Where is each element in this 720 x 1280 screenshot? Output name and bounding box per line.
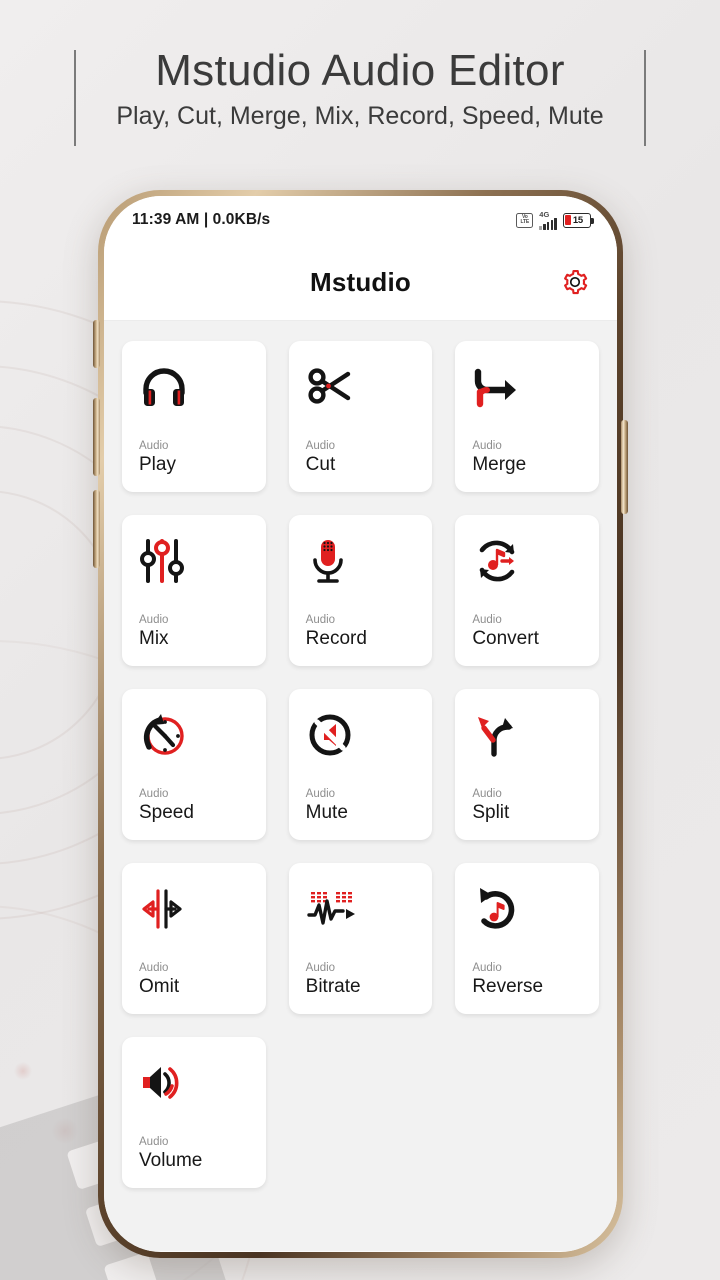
waveform-equalizer-icon bbox=[306, 879, 433, 939]
tool-card-speed[interactable]: Audio Speed bbox=[122, 689, 266, 840]
tool-card-label: Play bbox=[139, 454, 176, 476]
tool-card-split[interactable]: Audio Split bbox=[455, 689, 599, 840]
tool-card-kicker: Audio bbox=[472, 787, 502, 800]
tool-card-label: Record bbox=[305, 628, 367, 650]
clock-arrow-icon bbox=[139, 705, 266, 765]
tool-card-kicker: Audio bbox=[305, 787, 336, 800]
phone-screen: 11:39 AM | 0.0KB/s Vo LTE 4G 15 Mstudio bbox=[104, 196, 617, 1252]
tool-card-label: Bitrate bbox=[305, 976, 361, 998]
tool-card-volume[interactable]: Audio Volume bbox=[122, 1037, 266, 1188]
phone-volume-down-button[interactable] bbox=[93, 490, 100, 568]
app-bar: Mstudio bbox=[104, 244, 617, 321]
tool-card-kicker: Audio bbox=[139, 439, 169, 452]
promo-banner: Mstudio Audio Editor Play, Cut, Merge, M… bbox=[0, 44, 720, 146]
tool-card-kicker: Audio bbox=[472, 613, 502, 626]
phone-volume-up-button[interactable] bbox=[93, 398, 100, 476]
merge-arrow-icon bbox=[472, 357, 599, 417]
tool-card-bitrate[interactable]: Audio Bitrate bbox=[288, 863, 433, 1014]
status-bar: 11:39 AM | 0.0KB/s Vo LTE 4G 15 bbox=[104, 196, 617, 244]
tool-card-record[interactable]: Audio Record bbox=[288, 515, 433, 666]
convert-refresh-note-icon bbox=[472, 531, 599, 591]
settings-button[interactable] bbox=[557, 264, 593, 300]
battery-level-label: 15 bbox=[572, 214, 583, 226]
phone-mockup-frame: 11:39 AM | 0.0KB/s Vo LTE 4G 15 Mstudio bbox=[93, 190, 628, 1258]
gear-icon bbox=[564, 269, 588, 295]
headphones-icon bbox=[139, 357, 266, 417]
volte-icon-line2: LTE bbox=[520, 219, 530, 225]
tool-card-label: Mute bbox=[305, 802, 348, 824]
volume-speaker-icon bbox=[139, 1053, 266, 1113]
app-title: Mstudio bbox=[309, 266, 412, 297]
tool-card-convert[interactable]: Audio Convert bbox=[455, 515, 599, 666]
tool-card-omit[interactable]: Audio Omit bbox=[122, 863, 266, 1014]
tool-card-kicker: Audio bbox=[472, 961, 502, 974]
split-arrows-icon bbox=[472, 705, 599, 765]
tool-card-label: Speed bbox=[139, 802, 194, 824]
banner-rule-right bbox=[643, 50, 646, 146]
tool-card-merge[interactable]: Audio Merge bbox=[455, 341, 599, 492]
battery-icon: 15 bbox=[563, 212, 594, 228]
tool-card-label: Cut bbox=[305, 454, 336, 476]
background-sparkle bbox=[14, 1062, 32, 1080]
tool-card-label: Merge bbox=[472, 454, 527, 476]
tool-card-mix[interactable]: Audio Mix bbox=[122, 515, 266, 666]
tool-card-label: Reverse bbox=[472, 976, 544, 998]
tool-card-kicker: Audio bbox=[139, 961, 169, 974]
network-type-label: 4G bbox=[539, 209, 550, 219]
status-time-network: 11:39 AM | 0.0KB/s bbox=[132, 211, 271, 228]
reverse-note-icon bbox=[472, 879, 599, 939]
microphone-icon bbox=[306, 531, 433, 591]
battery-fill bbox=[565, 214, 572, 226]
mute-speaker-icon bbox=[306, 705, 433, 765]
signal-bars-icon: 4G bbox=[539, 209, 557, 230]
tools-grid: Audio Play Audio Cut Audio Merge Audio M… bbox=[122, 341, 599, 1188]
tool-card-kicker: Audio bbox=[139, 1135, 169, 1148]
omit-markers-icon bbox=[139, 879, 266, 939]
tool-card-play[interactable]: Audio Play bbox=[122, 341, 266, 492]
banner-subtitle: Play, Cut, Merge, Mix, Record, Speed, Mu… bbox=[116, 101, 604, 130]
phone-power-button[interactable] bbox=[621, 420, 628, 514]
tool-card-kicker: Audio bbox=[305, 961, 336, 974]
tool-card-kicker: Audio bbox=[305, 439, 336, 452]
tool-card-kicker: Audio bbox=[472, 439, 502, 452]
tool-card-kicker: Audio bbox=[139, 787, 169, 800]
tools-grid-container: Audio Play Audio Cut Audio Merge Audio M… bbox=[104, 321, 617, 1251]
phone-side-button[interactable] bbox=[93, 320, 100, 368]
banner-title: Mstudio Audio Editor bbox=[155, 46, 565, 95]
tool-card-reverse[interactable]: Audio Reverse bbox=[455, 863, 599, 1014]
tool-card-label: Split bbox=[472, 802, 510, 824]
tool-card-mute[interactable]: Audio Mute bbox=[288, 689, 433, 840]
tool-card-label: Convert bbox=[472, 628, 539, 650]
tool-card-label: Omit bbox=[139, 976, 180, 998]
tool-card-label: Mix bbox=[139, 628, 169, 650]
tool-card-kicker: Audio bbox=[139, 613, 169, 626]
tool-card-cut[interactable]: Audio Cut bbox=[288, 341, 433, 492]
scissors-icon bbox=[306, 357, 433, 417]
banner-rule-left bbox=[74, 50, 77, 146]
sliders-icon bbox=[139, 531, 266, 591]
tool-card-label: Volume bbox=[139, 1150, 203, 1172]
tool-card-kicker: Audio bbox=[305, 613, 336, 626]
volte-icon: Vo LTE bbox=[516, 212, 534, 228]
